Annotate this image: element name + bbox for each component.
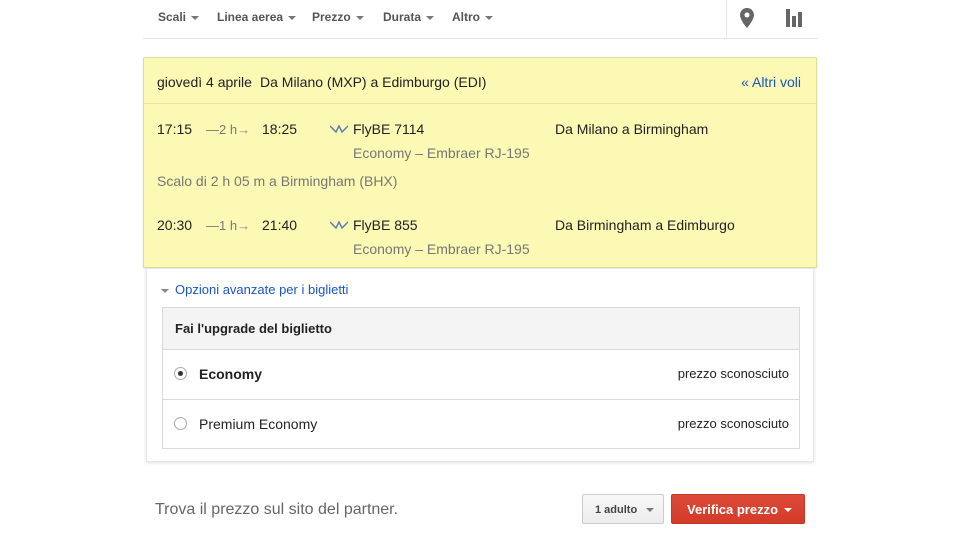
segment-class-aircraft: Economy – Embraer RJ-195: [353, 241, 530, 257]
itinerary-card: giovedì 4 aprile Da Milano (MXP) a Edimb…: [143, 57, 817, 268]
segment-flight: FlyBE 7114: [353, 121, 425, 137]
filter-stops[interactable]: Scali: [158, 10, 200, 24]
ticket-options-panel: Opzioni avanzate per i biglietti Fai l'u…: [146, 269, 814, 462]
segment-route: Da Milano a Birmingham: [555, 121, 709, 137]
chevron-down-icon: [288, 15, 297, 20]
class-price: prezzo sconosciuto: [677, 416, 789, 431]
upgrade-table: Fai l'upgrade del biglietto Economy prez…: [162, 307, 800, 449]
chevron-down-icon: [784, 508, 792, 512]
arrow-right-icon: →: [237, 122, 251, 137]
dash-icon: —: [206, 122, 219, 137]
partner-price-text: Trova il prezzo sul sito del partner.: [155, 501, 399, 518]
chevron-down-icon: [191, 15, 200, 20]
class-option-economy[interactable]: Economy prezzo sconosciuto: [163, 350, 799, 400]
verify-price-button[interactable]: Verifica prezzo: [671, 494, 805, 524]
arrow-right-icon: →: [237, 218, 251, 233]
more-flights-link[interactable]: « Altri voli: [741, 74, 801, 90]
segment-duration: —1 h→: [206, 218, 251, 233]
segment-duration: —2 h→: [206, 122, 251, 137]
triangle-down-icon: [161, 288, 169, 293]
airline-logo-icon: [330, 124, 348, 134]
filter-bar: Scali Linea aerea Prezzo Durata Altro: [143, 0, 818, 39]
segment-arrival: 21:40: [262, 217, 298, 233]
class-name: Economy: [199, 366, 263, 382]
filter-price[interactable]: Prezzo: [312, 10, 364, 24]
segment-class-aircraft: Economy – Embraer RJ-195: [353, 145, 530, 161]
map-pin-icon[interactable]: [740, 8, 754, 33]
chevron-down-icon: [426, 15, 435, 20]
itinerary-date: giovedì 4 aprile: [157, 74, 252, 90]
bar-chart-icon[interactable]: [786, 8, 802, 32]
divider: [726, 0, 727, 38]
itinerary-header: giovedì 4 aprile Da Milano (MXP) a Edimb…: [144, 58, 816, 104]
class-price: prezzo sconosciuto: [677, 366, 789, 381]
filter-duration[interactable]: Durata: [383, 10, 435, 24]
layover-info: Scalo di 2 h 05 m a Birmingham (BHX): [157, 173, 398, 189]
segment-arrival: 18:25: [262, 121, 298, 137]
chevron-down-icon: [646, 508, 654, 512]
segment-route: Da Birmingham a Edimburgo: [555, 217, 735, 233]
class-option-premium-economy[interactable]: Premium Economy prezzo sconosciuto: [163, 400, 799, 450]
radio-button[interactable]: [174, 417, 187, 430]
advanced-options-link[interactable]: Opzioni avanzate per i biglietti: [161, 282, 348, 297]
dash-icon: —: [206, 218, 219, 233]
segment-departure: 20:30: [157, 217, 193, 233]
filter-more[interactable]: Altro: [452, 10, 493, 24]
chevron-down-icon: [355, 15, 364, 20]
upgrade-header: Fai l'upgrade del biglietto: [163, 308, 799, 350]
passengers-dropdown[interactable]: 1 adulto: [582, 494, 664, 524]
segment-flight: FlyBE 855: [353, 217, 418, 233]
chevron-down-icon: [485, 15, 493, 20]
radio-button[interactable]: [174, 367, 187, 380]
filter-airline[interactable]: Linea aerea: [217, 10, 297, 24]
segment-departure: 17:15: [157, 121, 193, 137]
class-name: Premium Economy: [199, 416, 318, 432]
itinerary-route: Da Milano (MXP) a Edimburgo (EDI): [260, 74, 487, 90]
airline-logo-icon: [330, 220, 348, 230]
